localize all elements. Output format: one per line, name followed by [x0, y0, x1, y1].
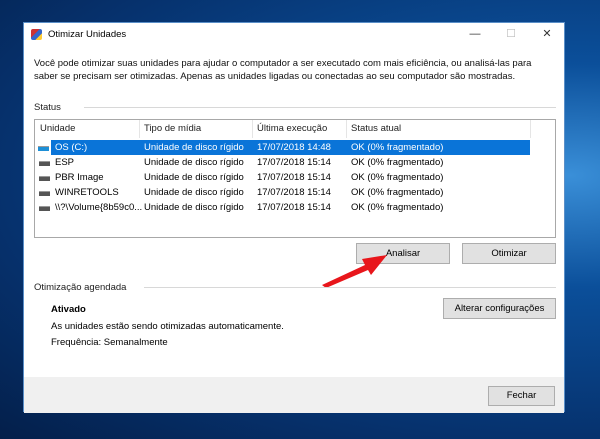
- close-window-button[interactable]: ✕: [530, 23, 564, 46]
- drives-list[interactable]: Unidade Tipo de mídia Última execução St…: [34, 119, 556, 238]
- optimize-button[interactable]: Otimizar: [462, 243, 556, 264]
- divider: [84, 107, 556, 108]
- column-divider: [139, 120, 140, 138]
- column-header-last-run[interactable]: Última execução: [257, 123, 327, 134]
- drive-row[interactable]: WINRETOOLS Unidade de disco rígido 17/07/2…: [35, 185, 530, 200]
- cell-media: Unidade de disco rígido: [144, 172, 244, 183]
- cell-media: Unidade de disco rígido: [144, 187, 244, 198]
- window-title: Otimizar Unidades: [48, 29, 127, 40]
- drive-row[interactable]: PBR Image Unidade de disco rígido 17/07/20…: [35, 170, 530, 185]
- divider: [144, 287, 556, 288]
- column-divider: [252, 120, 253, 138]
- cell-media: Unidade de disco rígido: [144, 142, 244, 153]
- cell-media: Unidade de disco rígido: [144, 157, 244, 168]
- column-header-media[interactable]: Tipo de mídia: [144, 123, 201, 134]
- description-text: Você pode otimizar suas unidades para aj…: [34, 58, 532, 82]
- schedule-state: Ativado: [51, 304, 86, 315]
- cell-last: 17/07/2018 15:14: [257, 157, 331, 168]
- cell-last: 17/07/2018 15:14: [257, 172, 331, 183]
- schedule-info: As unidades estão sendo otimizadas autom…: [51, 321, 284, 332]
- schedule-group-label: Otimização agendada: [34, 282, 127, 293]
- hard-drive-icon: [39, 176, 50, 181]
- cell-last: 17/07/2018 14:48: [257, 142, 331, 153]
- cell-status: OK (0% fragmentado): [351, 202, 444, 213]
- column-divider: [530, 120, 531, 138]
- cell-drive: ESP: [55, 157, 75, 168]
- close-button[interactable]: Fechar: [488, 386, 555, 406]
- hard-drive-icon: [39, 191, 50, 196]
- cell-media: Unidade de disco rígido: [144, 202, 244, 213]
- red-arrow-annotation: [322, 255, 387, 288]
- cell-drive: WINRETOOLS: [55, 187, 119, 198]
- cell-last: 17/07/2018 15:14: [257, 202, 331, 213]
- cell-drive: PBR Image: [55, 172, 104, 183]
- hard-drive-icon: [39, 206, 50, 211]
- title-bar: Otimizar Unidades — ☐ ✕: [24, 23, 564, 46]
- cell-last: 17/07/2018 15:14: [257, 187, 331, 198]
- cell-drive: OS (C:): [55, 142, 88, 153]
- schedule-frequency: Frequência: Semanalmente: [51, 337, 168, 348]
- cell-drive: \\?\Volume{8b59c0...: [55, 202, 143, 213]
- hard-drive-icon: [38, 146, 49, 151]
- cell-status: OK (0% fragmentado): [351, 187, 444, 198]
- footer: Fechar: [24, 377, 564, 413]
- optimize-drives-window: Otimizar Unidades — ☐ ✕ Você pode otimiz…: [23, 22, 565, 413]
- minimize-button[interactable]: —: [458, 23, 492, 46]
- cell-status: OK (0% fragmentado): [351, 157, 444, 168]
- drive-row[interactable]: ESP Unidade de disco rígido 17/07/2018 15:…: [35, 155, 530, 170]
- cell-status: OK (0% fragmentado): [351, 172, 444, 183]
- cell-status: OK (0% fragmentado): [351, 142, 444, 153]
- change-settings-button[interactable]: Alterar configurações: [443, 298, 556, 319]
- column-header-status[interactable]: Status atual: [351, 123, 401, 134]
- defrag-app-icon: [31, 29, 42, 40]
- hard-drive-icon: [39, 161, 50, 166]
- drive-row[interactable]: \\?\Volume{8b59c0... Unidade de disco ríg…: [35, 200, 530, 215]
- drive-row[interactable]: OS (C:) Unidade de disco rígido 17/07/2018…: [38, 140, 530, 155]
- maximize-button[interactable]: ☐: [494, 23, 528, 46]
- column-divider: [346, 120, 347, 138]
- column-header-drive[interactable]: Unidade: [40, 123, 75, 134]
- status-group-label: Status: [34, 102, 61, 113]
